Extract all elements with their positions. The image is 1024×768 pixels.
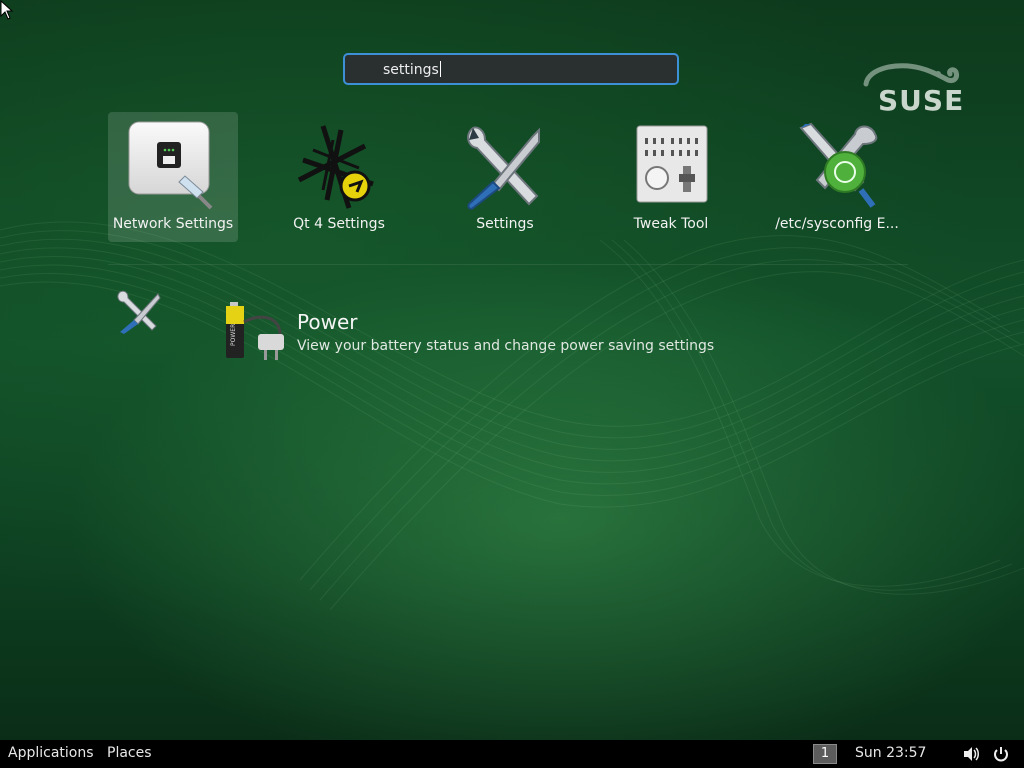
clock[interactable]: Sun 23:57 — [855, 745, 926, 761]
settings-tools-icon — [467, 126, 540, 210]
applications-menu[interactable]: Applications — [8, 745, 94, 761]
sysconfig-editor-icon — [799, 122, 878, 208]
app-sysconfig-editor[interactable]: /etc/sysconfig E... — [772, 112, 902, 242]
app-label: Settings — [476, 216, 534, 232]
volume-icon[interactable] — [962, 745, 980, 763]
app-qt4-settings[interactable]: Qt 4 Settings — [274, 112, 404, 242]
power-icon[interactable] — [992, 745, 1010, 763]
bottom-panel: Applications Places 1 Sun 23:57 — [0, 740, 1024, 768]
app-settings[interactable]: Settings — [440, 112, 570, 242]
text-caret — [439, 61, 441, 77]
places-menu[interactable]: Places — [107, 745, 152, 761]
svg-text:POWER: POWER — [230, 324, 237, 346]
app-label: Qt 4 Settings — [293, 216, 385, 232]
app-label: Network Settings — [112, 216, 234, 232]
search-result-power[interactable]: POWER Power View your battery status and… — [222, 300, 742, 366]
search-result-title: Power — [297, 310, 358, 334]
search-input-value: settings — [383, 62, 439, 78]
search-result-description: View your battery status and change powe… — [297, 338, 715, 354]
qt4-settings-icon — [297, 125, 374, 209]
app-label: Tweak Tool — [633, 216, 709, 232]
tweak-tool-icon — [636, 125, 708, 203]
app-label: /etc/sysconfig E... — [775, 216, 899, 232]
power-battery-icon: POWER — [226, 302, 284, 360]
settings-tools-icon[interactable] — [114, 288, 162, 336]
workspace-indicator[interactable]: 1 — [813, 744, 837, 764]
mouse-cursor-icon — [0, 0, 14, 20]
network-settings-icon — [128, 121, 213, 210]
search-input[interactable]: settings — [343, 53, 679, 85]
app-network-settings[interactable]: Network Settings — [108, 112, 238, 242]
app-tweak-tool[interactable]: Tweak Tool — [606, 112, 736, 242]
results-divider — [108, 264, 908, 265]
